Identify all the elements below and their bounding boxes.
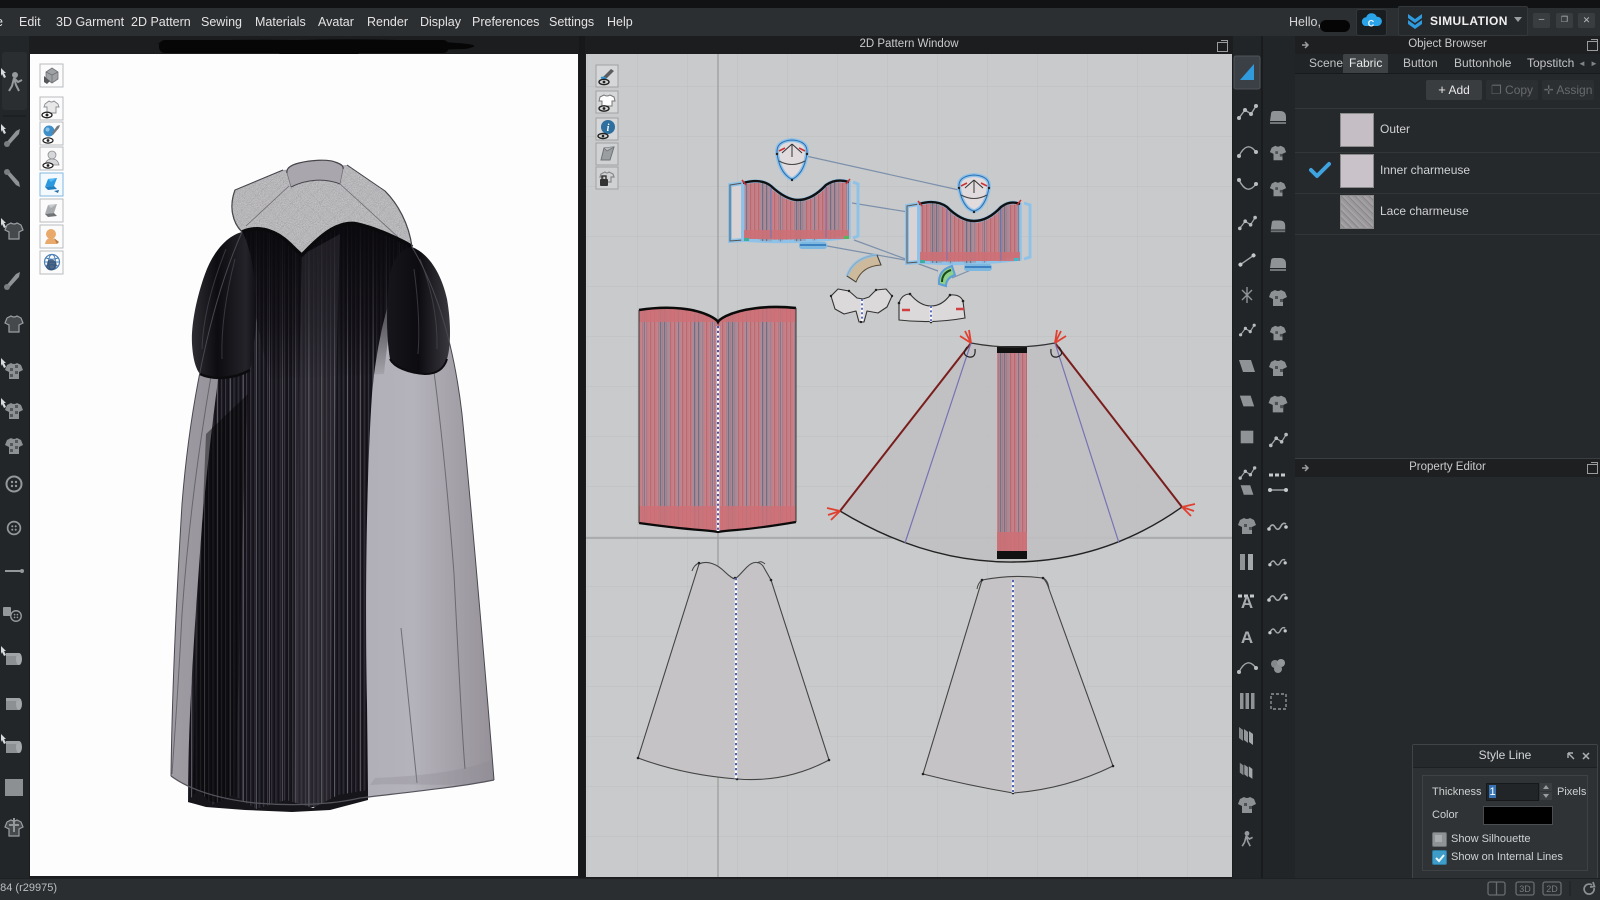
svg-text:C: C <box>1368 19 1375 29</box>
svg-text:i: i <box>607 123 610 134</box>
svg-text:2D: 2D <box>1546 884 1558 894</box>
svg-text:3D: 3D <box>1519 884 1531 894</box>
